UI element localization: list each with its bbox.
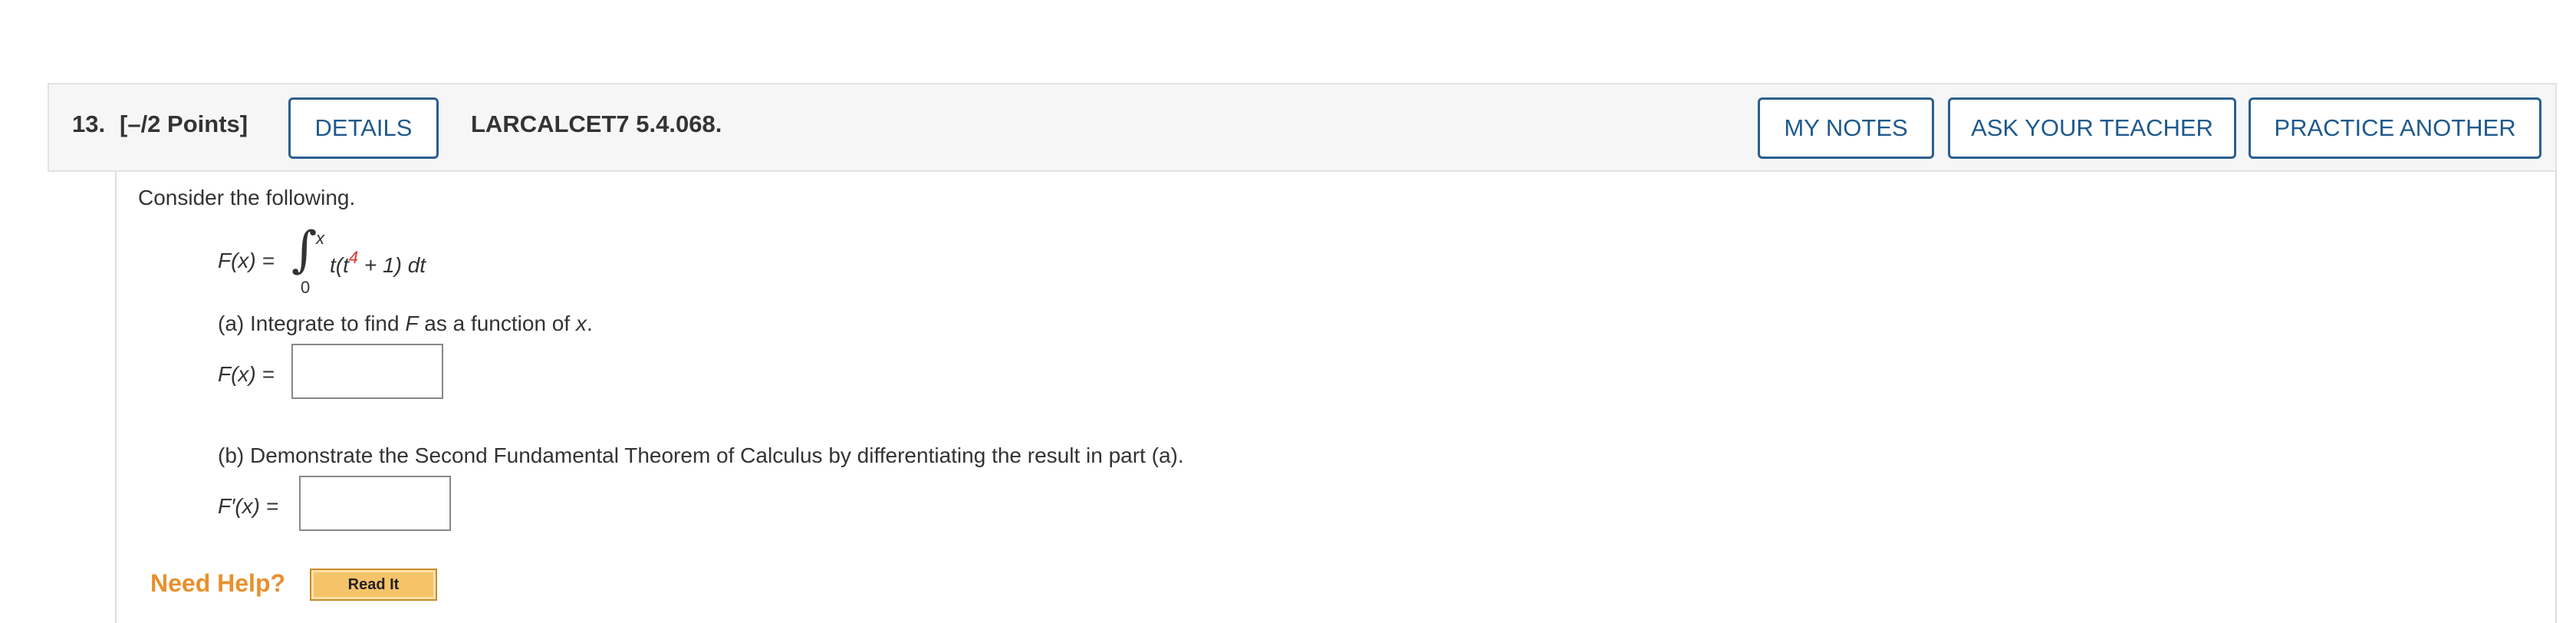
integrand-exponent: 4 bbox=[348, 248, 359, 267]
read-it-button[interactable]: Read It bbox=[310, 569, 437, 601]
part-a-var-f: F bbox=[405, 312, 419, 335]
formula-lhs: F(x) = bbox=[218, 249, 275, 272]
practice-another-button[interactable]: PRACTICE ANOTHER bbox=[2249, 97, 2541, 159]
part-a-text-1: (a) Integrate to find bbox=[218, 312, 406, 335]
part-a-var-x: x bbox=[575, 312, 587, 335]
question-points: [–/2 Points] bbox=[120, 110, 248, 137]
details-button[interactable]: DETAILS bbox=[288, 97, 439, 159]
question-code: LARCALCET7 5.4.068. bbox=[471, 110, 722, 137]
part-a-answer-input[interactable] bbox=[291, 344, 443, 399]
intro-text: Consider the following. bbox=[138, 186, 356, 209]
part-b-label: F′(x) = bbox=[218, 494, 279, 518]
part-a-text-2: as a function of bbox=[418, 312, 576, 335]
integrand-prefix: t(t bbox=[330, 253, 349, 277]
part-a-prompt: (a) Integrate to find F as a function of… bbox=[218, 312, 593, 336]
integral-lower-limit: 0 bbox=[301, 278, 311, 297]
integrand-suffix: + 1) dt bbox=[358, 253, 426, 277]
integral-sign-icon: ∫ bbox=[291, 222, 317, 279]
question-number: 13. bbox=[72, 110, 106, 137]
part-b-prompt: (b) Demonstrate the Second Fundamental T… bbox=[218, 443, 1184, 467]
ask-your-teacher-button[interactable]: ASK YOUR TEACHER bbox=[1948, 97, 2236, 159]
part-b-answer-input[interactable] bbox=[299, 476, 451, 531]
page: 13. [–/2 Points] DETAILS LARCALCET7 5.4.… bbox=[0, 0, 2576, 623]
part-a-text-3: . bbox=[586, 312, 593, 335]
my-notes-button[interactable]: MY NOTES bbox=[1758, 97, 1934, 159]
part-a-label: F(x) = bbox=[218, 362, 275, 386]
question-body bbox=[115, 172, 2557, 623]
integral-upper-limit: x bbox=[316, 229, 324, 248]
need-help-label: Need Help? bbox=[150, 569, 286, 597]
formula-integrand: t(t4 + 1) dt bbox=[330, 248, 426, 278]
